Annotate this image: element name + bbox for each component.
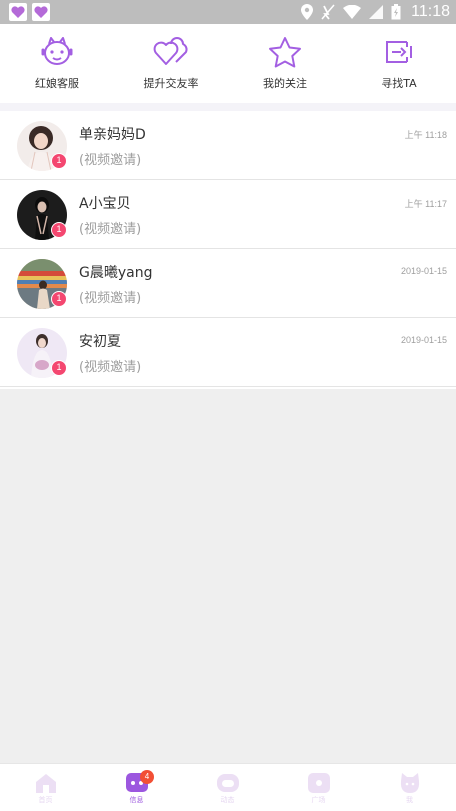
quick-action-boost[interactable]: 提升交友率 bbox=[114, 24, 228, 103]
quick-action-find[interactable]: 寻找TA bbox=[342, 24, 456, 103]
quick-action-label: 红娘客服 bbox=[35, 77, 79, 90]
unread-badge: 1 bbox=[51, 153, 67, 169]
conversation-message: (视频邀请) bbox=[79, 291, 142, 306]
conversation-time: 2019-01-15 bbox=[400, 335, 447, 345]
section-divider bbox=[0, 103, 456, 111]
tab-home[interactable]: 首页 bbox=[0, 764, 91, 811]
tab-label: 广场 bbox=[311, 796, 326, 804]
quick-actions-bar: 红娘客服 提升交友率 我的关注 寻找TA bbox=[0, 24, 456, 103]
conversation-message: (视频邀请) bbox=[79, 153, 142, 168]
conversation-name: 单亲妈妈D bbox=[79, 127, 146, 143]
unread-badge: 1 bbox=[51, 360, 67, 376]
messages-unread-badge: 4 bbox=[140, 770, 154, 784]
wifi-icon bbox=[343, 5, 362, 19]
conversation-name: A小宝贝 bbox=[79, 196, 131, 212]
conversation-item[interactable]: 1 A小宝贝 (视频邀请) 上午 11:17 bbox=[0, 180, 456, 249]
star-icon bbox=[269, 37, 301, 68]
tab-moments[interactable]: 动态 bbox=[182, 764, 273, 811]
tab-label: 信息 bbox=[129, 796, 144, 804]
quick-action-label: 提升交友率 bbox=[143, 77, 199, 90]
conversation-item[interactable]: 1 安初夏 (视频邀请) 2019-01-15 bbox=[0, 318, 456, 387]
tab-square[interactable]: 广场 bbox=[273, 764, 364, 811]
signal-icon bbox=[369, 5, 384, 19]
tab-label: 首页 bbox=[38, 796, 53, 804]
hearts-icon bbox=[153, 37, 188, 65]
status-bar: 11:18 bbox=[0, 0, 456, 24]
tab-messages[interactable]: 信息 bbox=[91, 764, 182, 811]
conversation-name: G晨曦yang bbox=[79, 265, 153, 281]
battery-icon bbox=[391, 4, 401, 20]
tab-label: 我 bbox=[406, 796, 413, 804]
status-time: 11:18 bbox=[411, 3, 450, 20]
quick-action-label: 寻找TA bbox=[381, 77, 417, 90]
conversation-message: (视频邀请) bbox=[79, 360, 142, 375]
no-data-icon bbox=[321, 4, 335, 20]
conversation-item[interactable]: 1 G晨曦yang (视频邀请) 2019-01-15 bbox=[0, 249, 456, 318]
profile-icon bbox=[400, 773, 419, 793]
unread-badge: 1 bbox=[51, 222, 67, 238]
quick-action-customer-service[interactable]: 红娘客服 bbox=[0, 24, 114, 103]
conversation-time: 上午 11:18 bbox=[404, 130, 447, 140]
tab-profile[interactable]: 我 bbox=[364, 764, 455, 811]
conversation-time: 上午 11:17 bbox=[404, 199, 447, 209]
unread-badge: 1 bbox=[51, 291, 67, 307]
customer-service-icon bbox=[41, 37, 73, 65]
moments-icon bbox=[216, 774, 239, 792]
conversation-list: 1 单亲妈妈D (视频邀请) 上午 11:18 1 A小宝贝 (视频邀请) 上午… bbox=[0, 111, 456, 389]
square-icon bbox=[307, 773, 330, 793]
conversation-item[interactable]: 1 单亲妈妈D (视频邀请) 上午 11:18 bbox=[0, 111, 456, 180]
tab-label: 动态 bbox=[220, 796, 235, 804]
app-notification-icon bbox=[32, 3, 50, 21]
home-icon bbox=[35, 774, 56, 793]
location-icon bbox=[301, 4, 314, 20]
app-notification-icon bbox=[9, 3, 27, 21]
conversation-message: (视频邀请) bbox=[79, 222, 142, 237]
bottom-tab-bar: 首页 信息 动态 广场 我 bbox=[0, 763, 456, 811]
quick-action-following[interactable]: 我的关注 bbox=[228, 24, 342, 103]
search-person-icon bbox=[386, 41, 412, 63]
conversation-time: 2019-01-15 bbox=[400, 266, 447, 276]
quick-action-label: 我的关注 bbox=[263, 77, 307, 90]
conversation-name: 安初夏 bbox=[79, 334, 121, 350]
